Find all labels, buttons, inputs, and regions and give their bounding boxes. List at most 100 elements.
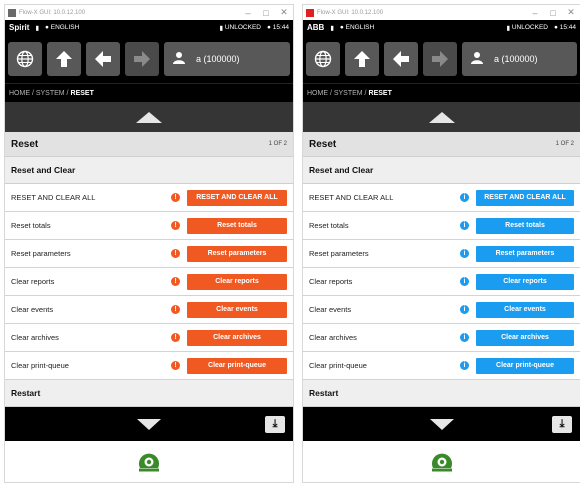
minimize-button[interactable]: – <box>239 8 257 18</box>
user-account-button[interactable]: a (100000) <box>164 42 290 76</box>
info-icon[interactable]: i <box>460 361 469 370</box>
right-arrow-icon[interactable] <box>423 42 457 76</box>
info-icon[interactable]: i <box>460 277 469 286</box>
breadcrumb-path[interactable]: HOME / SYSTEM / <box>307 90 367 97</box>
up-arrow-icon[interactable] <box>47 42 81 76</box>
info-icon[interactable]: ! <box>171 333 180 342</box>
app-icon <box>8 8 16 17</box>
section-header-restart: Restart <box>5 380 293 407</box>
info-icon[interactable]: ! <box>171 249 180 258</box>
action-button[interactable]: Clear archives <box>187 329 287 346</box>
list-item: RESET AND CLEAR ALL i RESET AND CLEAR ALL <box>303 184 580 212</box>
action-button[interactable]: Clear events <box>187 301 287 318</box>
list-item: Clear events i Clear events <box>303 296 580 324</box>
list-item: Reset totals i Reset totals <box>303 212 580 240</box>
right-arrow-icon[interactable] <box>125 42 159 76</box>
user-account-button[interactable]: a (100000) <box>462 42 577 76</box>
left-arrow-icon[interactable] <box>86 42 120 76</box>
status-bar: ABB ▮ ● ENGLISH ▮ UNLOCKED ● 15:44 <box>303 20 580 35</box>
lock-status[interactable]: UNLOCKED <box>225 24 261 31</box>
page-indicator: 1 OF 2 <box>555 141 574 147</box>
info-icon[interactable]: ! <box>171 221 180 230</box>
chevron-down-icon[interactable] <box>429 418 454 430</box>
battery-icon: ▮ <box>330 24 334 32</box>
reset-list: RESET AND CLEAR ALL i RESET AND CLEAR ALL R… <box>303 184 580 380</box>
time-label: 15:44 <box>559 24 576 31</box>
left-arrow-icon[interactable] <box>384 42 418 76</box>
action-button[interactable]: Clear events <box>476 301 574 318</box>
action-button[interactable]: Clear reports <box>476 273 574 290</box>
info-icon[interactable]: i <box>460 193 469 202</box>
user-label: a (100000) <box>196 54 240 64</box>
close-button[interactable]: ✕ <box>275 7 293 18</box>
maximize-button[interactable]: □ <box>257 8 275 18</box>
row-label: Clear events <box>309 305 352 314</box>
action-button[interactable]: Clear archives <box>476 329 574 346</box>
scroll-to-end-button[interactable]: ⤓ <box>552 415 572 433</box>
main-toolbar: a (100000) <box>5 35 293 83</box>
list-item: RESET AND CLEAR ALL! RESET AND CLEAR ALL <box>5 184 293 212</box>
language-label[interactable]: ENGLISH <box>346 24 507 31</box>
chevron-down-icon[interactable] <box>137 418 161 430</box>
info-icon[interactable]: ! <box>171 361 180 370</box>
scroll-to-end-button[interactable]: ⤓ <box>265 415 285 433</box>
chevron-up-icon <box>428 111 455 123</box>
row-label: Clear print-queue <box>11 361 69 370</box>
info-icon[interactable]: ! <box>171 277 180 286</box>
list-item: Clear print-queue i Clear print-queue <box>303 352 580 380</box>
info-icon[interactable]: i <box>460 333 469 342</box>
info-icon[interactable]: i <box>460 249 469 258</box>
window-title: Flow-X GUI: 10.0.12.100 <box>317 9 384 16</box>
action-button[interactable]: Clear reports <box>187 273 287 290</box>
user-label: a (100000) <box>494 54 538 64</box>
action-button[interactable]: Reset totals <box>476 217 574 234</box>
scroll-up-button[interactable] <box>303 102 580 132</box>
row-label: Clear print-queue <box>309 361 367 370</box>
action-button[interactable]: Reset parameters <box>476 245 574 262</box>
list-item: Reset parameters! Reset parameters <box>5 240 293 268</box>
action-button[interactable]: RESET AND CLEAR ALL <box>187 189 287 206</box>
row-label: Clear reports <box>11 277 55 286</box>
globe-icon[interactable] <box>8 42 42 76</box>
window-titlebar: Flow-X GUI: 10.0.12.100 – □ ✕ <box>303 5 580 20</box>
up-arrow-icon[interactable] <box>345 42 379 76</box>
gui-window-abb: Flow-X GUI: 10.0.12.100 – □ ✕ ABB ▮ ● EN… <box>302 4 580 483</box>
scroll-up-button[interactable] <box>5 102 293 132</box>
action-button[interactable]: RESET AND CLEAR ALL <box>476 189 574 206</box>
minimize-button[interactable]: – <box>526 8 544 18</box>
close-button[interactable]: ✕ <box>562 7 580 18</box>
section-header-reset: Reset and Clear <box>303 157 580 184</box>
language-label[interactable]: ENGLISH <box>51 24 220 31</box>
info-icon[interactable]: ! <box>171 305 180 314</box>
gui-window-spirit: Flow-X GUI: 10.0.12.100 – □ ✕ Spirit ▮ ●… <box>4 4 294 483</box>
list-item: Clear reports i Clear reports <box>303 268 580 296</box>
action-button[interactable]: Reset parameters <box>187 245 287 262</box>
section-header-reset: Reset and Clear <box>5 157 293 184</box>
row-label: RESET AND CLEAR ALL <box>309 193 394 202</box>
list-item: Reset totals! Reset totals <box>5 212 293 240</box>
row-label: Reset totals <box>309 221 349 230</box>
user-icon <box>172 51 186 68</box>
row-label: Reset totals <box>11 221 51 230</box>
info-icon[interactable]: i <box>460 305 469 314</box>
user-icon <box>470 51 484 68</box>
info-icon[interactable]: i <box>460 221 469 230</box>
brand-logo: Spirit <box>9 23 30 32</box>
time-label: 15:44 <box>272 24 289 31</box>
breadcrumb-current: RESET <box>368 89 392 97</box>
breadcrumb: HOME / SYSTEM / RESET <box>5 83 293 102</box>
flowx-logo-icon <box>303 441 580 481</box>
list-item: Clear reports! Clear reports <box>5 268 293 296</box>
action-button[interactable]: Clear print-queue <box>187 357 287 374</box>
maximize-button[interactable]: □ <box>544 8 562 18</box>
main-toolbar: a (100000) <box>303 35 580 83</box>
list-item: Clear print-queue! Clear print-queue <box>5 352 293 380</box>
globe-icon[interactable] <box>306 42 340 76</box>
action-button[interactable]: Reset totals <box>187 217 287 234</box>
info-icon[interactable]: ! <box>171 193 180 202</box>
action-button[interactable]: Clear print-queue <box>476 357 574 374</box>
lock-status[interactable]: UNLOCKED <box>512 24 548 31</box>
breadcrumb-current: RESET <box>70 89 94 97</box>
breadcrumb-path[interactable]: HOME / SYSTEM / <box>9 90 69 97</box>
list-item: Clear archives! Clear archives <box>5 324 293 352</box>
